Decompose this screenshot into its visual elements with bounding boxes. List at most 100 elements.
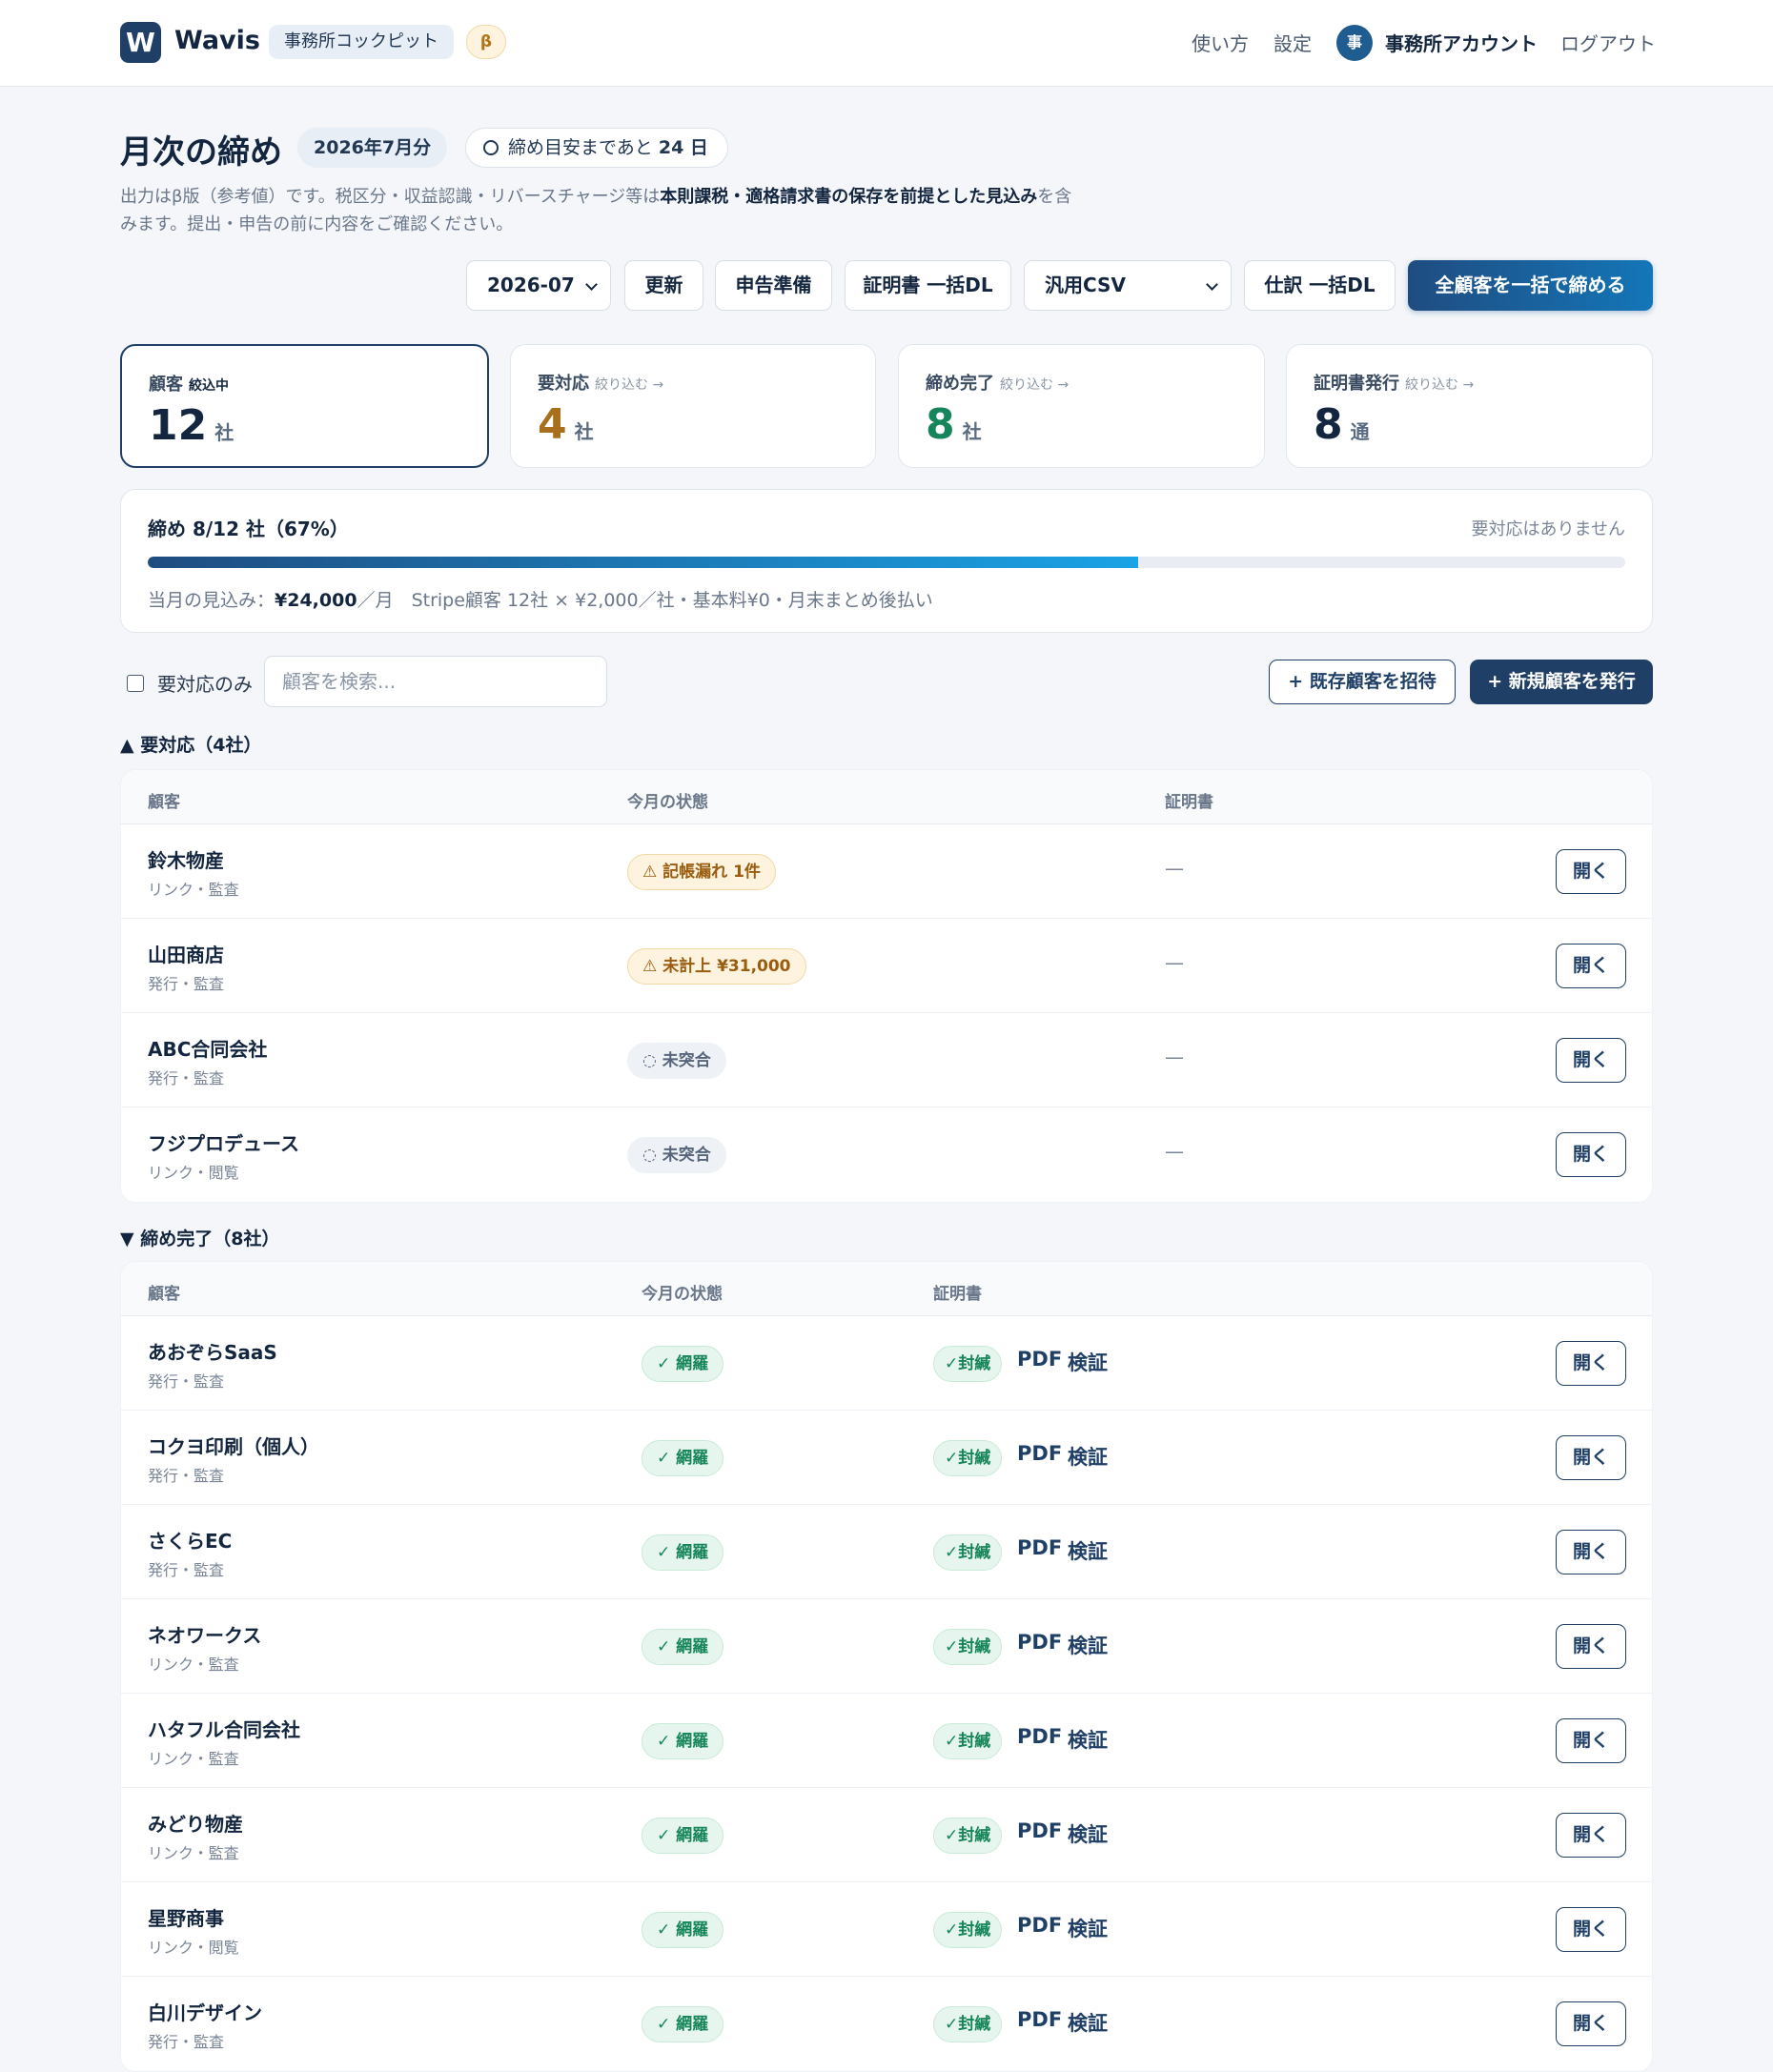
pdf-link[interactable]: PDF [1017, 1725, 1062, 1748]
open-button[interactable]: 開く [1556, 1038, 1626, 1083]
month-select[interactable]: 2026-07 [466, 260, 611, 311]
month-badge: 2026年7月分 [297, 128, 448, 168]
nav-settings-link[interactable]: 設定 [1274, 29, 1312, 56]
customer-mode: 発行・監査 [148, 1372, 225, 1391]
table-row: 白川デザイン 発行・監査 ✓ 網羅 ✓封緘 PDF 検証 開く [121, 1977, 1652, 2071]
customer-search-input[interactable] [264, 656, 607, 707]
verify-link[interactable]: 検証 [1068, 2008, 1108, 2037]
table-row: コクヨ印刷（個人） 発行・監査 ✓ 網羅 ✓封緘 PDF 検証 開く [121, 1411, 1652, 1505]
clock-icon [483, 140, 499, 155]
disclaimer-text-a: 出力はβ版（参考値）です。税区分・収益認識・リバースチャージ等は [120, 187, 661, 207]
sealed-badge: ✓封緘 [933, 1723, 1003, 1759]
issue-new-customer-button[interactable]: + 新規顧客を発行 [1470, 660, 1653, 704]
open-button[interactable]: 開く [1556, 1624, 1626, 1669]
table-row: ABC合同会社 発行・監査 ◌ 未突合 — 開く [121, 1013, 1652, 1107]
logout-link[interactable]: ログアウト [1560, 29, 1656, 56]
wavis-logo-icon[interactable]: W [120, 22, 161, 63]
cert-bulk-download-button[interactable]: 証明書 一括DL [845, 260, 1011, 311]
section-toggle-closed[interactable]: ▼ 締め完了（8社） [120, 1225, 279, 1250]
close-all-button[interactable]: 全顧客を一括で締める [1408, 260, 1653, 311]
stat-card-certificates[interactable]: 証明書発行 絞り込む → 8通 [1286, 344, 1653, 468]
pdf-link[interactable]: PDF [1017, 1631, 1062, 1654]
stat-number: 12 [149, 401, 208, 450]
beta-disclaimer: 出力はβ版（参考値）です。税区分・収益認識・リバースチャージ等は本則課税・適格請… [120, 183, 1073, 238]
needs-action-checkbox[interactable] [127, 675, 144, 692]
customer-mode: リンク・監査 [148, 1844, 239, 1862]
verify-link[interactable]: 検証 [1068, 1536, 1108, 1565]
pdf-link[interactable]: PDF [1017, 1914, 1062, 1937]
col-certificate: 証明書 [1165, 793, 1213, 812]
csv-format-select[interactable]: 汎用CSV [1024, 260, 1232, 311]
estimate-prefix: 当月の見込み： [148, 590, 275, 611]
journal-bulk-download-button[interactable]: 仕訳 一括DL [1244, 260, 1396, 311]
verify-link[interactable]: 検証 [1068, 1914, 1108, 1942]
open-button[interactable]: 開く [1556, 2001, 1626, 2046]
customer-mode: 発行・監査 [148, 2033, 225, 2051]
customer-mode: リンク・閲覧 [148, 1939, 239, 1957]
table-row: 鈴木物産 リンク・監査 ⚠ 記帳漏れ 1件 — 開く [121, 824, 1652, 919]
chevron-down-icon [585, 278, 598, 291]
stat-number: 8 [926, 400, 955, 449]
stat-label-text: 顧客 [149, 375, 183, 395]
open-button[interactable]: 開く [1556, 1718, 1626, 1763]
stat-hint: 絞り込む → [1405, 377, 1475, 393]
pdf-link[interactable]: PDF [1017, 1348, 1062, 1371]
sealed-badge: ✓封緘 [933, 1818, 1003, 1854]
needs-action-label[interactable]: 要対応のみ [157, 669, 253, 697]
stat-label-text: 要対応 [538, 374, 589, 394]
stat-label: 締め完了 絞り込む → [926, 370, 1069, 395]
open-button[interactable]: 開く [1556, 1907, 1626, 1952]
invite-existing-button[interactable]: + 既存顧客を招待 [1269, 660, 1456, 704]
open-button[interactable]: 開く [1556, 849, 1626, 894]
account-name[interactable]: 事務所アカウント [1385, 29, 1538, 56]
col-customer: 顧客 [148, 793, 180, 812]
filing-prep-button[interactable]: 申告準備 [715, 260, 832, 311]
pdf-link[interactable]: PDF [1017, 2008, 1062, 2031]
table-row: みどり物産 リンク・監査 ✓ 網羅 ✓封緘 PDF 検証 開く [121, 1788, 1652, 1882]
deadline-prefix: 締め目安まであと [508, 137, 653, 158]
nav-howto-link[interactable]: 使い方 [1192, 29, 1249, 56]
section-toggle-needs-action[interactable]: ▲ 要対応（4社） [120, 731, 261, 757]
stat-card-closed[interactable]: 締め完了 絞り込む → 8社 [898, 344, 1265, 468]
table-row: 山田商店 発行・監査 ⚠ 未計上 ¥31,000 — 開く [121, 919, 1652, 1013]
status-badge: ✓ 網羅 [642, 1534, 724, 1571]
disclaimer-text-bold: 本則課税・適格請求書の保存を前提とした見込み [660, 187, 1038, 207]
stat-card-customers[interactable]: 顧客 絞込中 12 社 [120, 344, 489, 468]
verify-link[interactable]: 検証 [1068, 1631, 1108, 1659]
brand-name[interactable]: Wavis [174, 26, 260, 55]
stat-value: 8通 [1314, 400, 1370, 449]
progress-bar [148, 557, 1625, 568]
verify-link[interactable]: 検証 [1068, 1442, 1108, 1471]
stat-label-text: 証明書発行 [1314, 374, 1399, 394]
status-badge: ⚠ 記帳漏れ 1件 [627, 854, 776, 890]
verify-link[interactable]: 検証 [1068, 1819, 1108, 1848]
chevron-down-icon [1206, 278, 1218, 291]
cert-empty: — [1165, 857, 1184, 880]
open-button[interactable]: 開く [1556, 1813, 1626, 1858]
open-button[interactable]: 開く [1556, 1530, 1626, 1574]
sealed-badge: ✓封緘 [933, 1912, 1003, 1948]
stat-card-needs-action[interactable]: 要対応 絞り込む → 4社 [510, 344, 876, 468]
pdf-link[interactable]: PDF [1017, 1536, 1062, 1559]
pdf-link[interactable]: PDF [1017, 1819, 1062, 1842]
open-button[interactable]: 開く [1556, 944, 1626, 988]
account-avatar[interactable]: 事 [1336, 25, 1373, 61]
progress-title: 締め 8/12 社（67%） [148, 518, 349, 540]
table-row: ネオワークス リンク・監査 ✓ 網羅 ✓封緘 PDF 検証 開く [121, 1599, 1652, 1694]
stat-unit: 社 [574, 420, 594, 443]
verify-link[interactable]: 検証 [1068, 1348, 1108, 1376]
cert-empty: — [1165, 1046, 1184, 1068]
stat-label-text: 締め完了 [926, 374, 994, 394]
open-button[interactable]: 開く [1556, 1341, 1626, 1386]
status-badge: ✓ 網羅 [642, 1629, 724, 1665]
cert-empty: — [1165, 951, 1184, 974]
open-button[interactable]: 開く [1556, 1132, 1626, 1177]
page-title: 月次の締め [120, 133, 282, 172]
pdf-link[interactable]: PDF [1017, 1442, 1062, 1465]
verify-link[interactable]: 検証 [1068, 1725, 1108, 1754]
customer-name: コクヨ印刷（個人） [148, 1435, 319, 1458]
customer-name: あおぞらSaaS [148, 1341, 277, 1364]
beta-badge: β [466, 25, 506, 59]
open-button[interactable]: 開く [1556, 1435, 1626, 1480]
refresh-button[interactable]: 更新 [624, 260, 703, 311]
